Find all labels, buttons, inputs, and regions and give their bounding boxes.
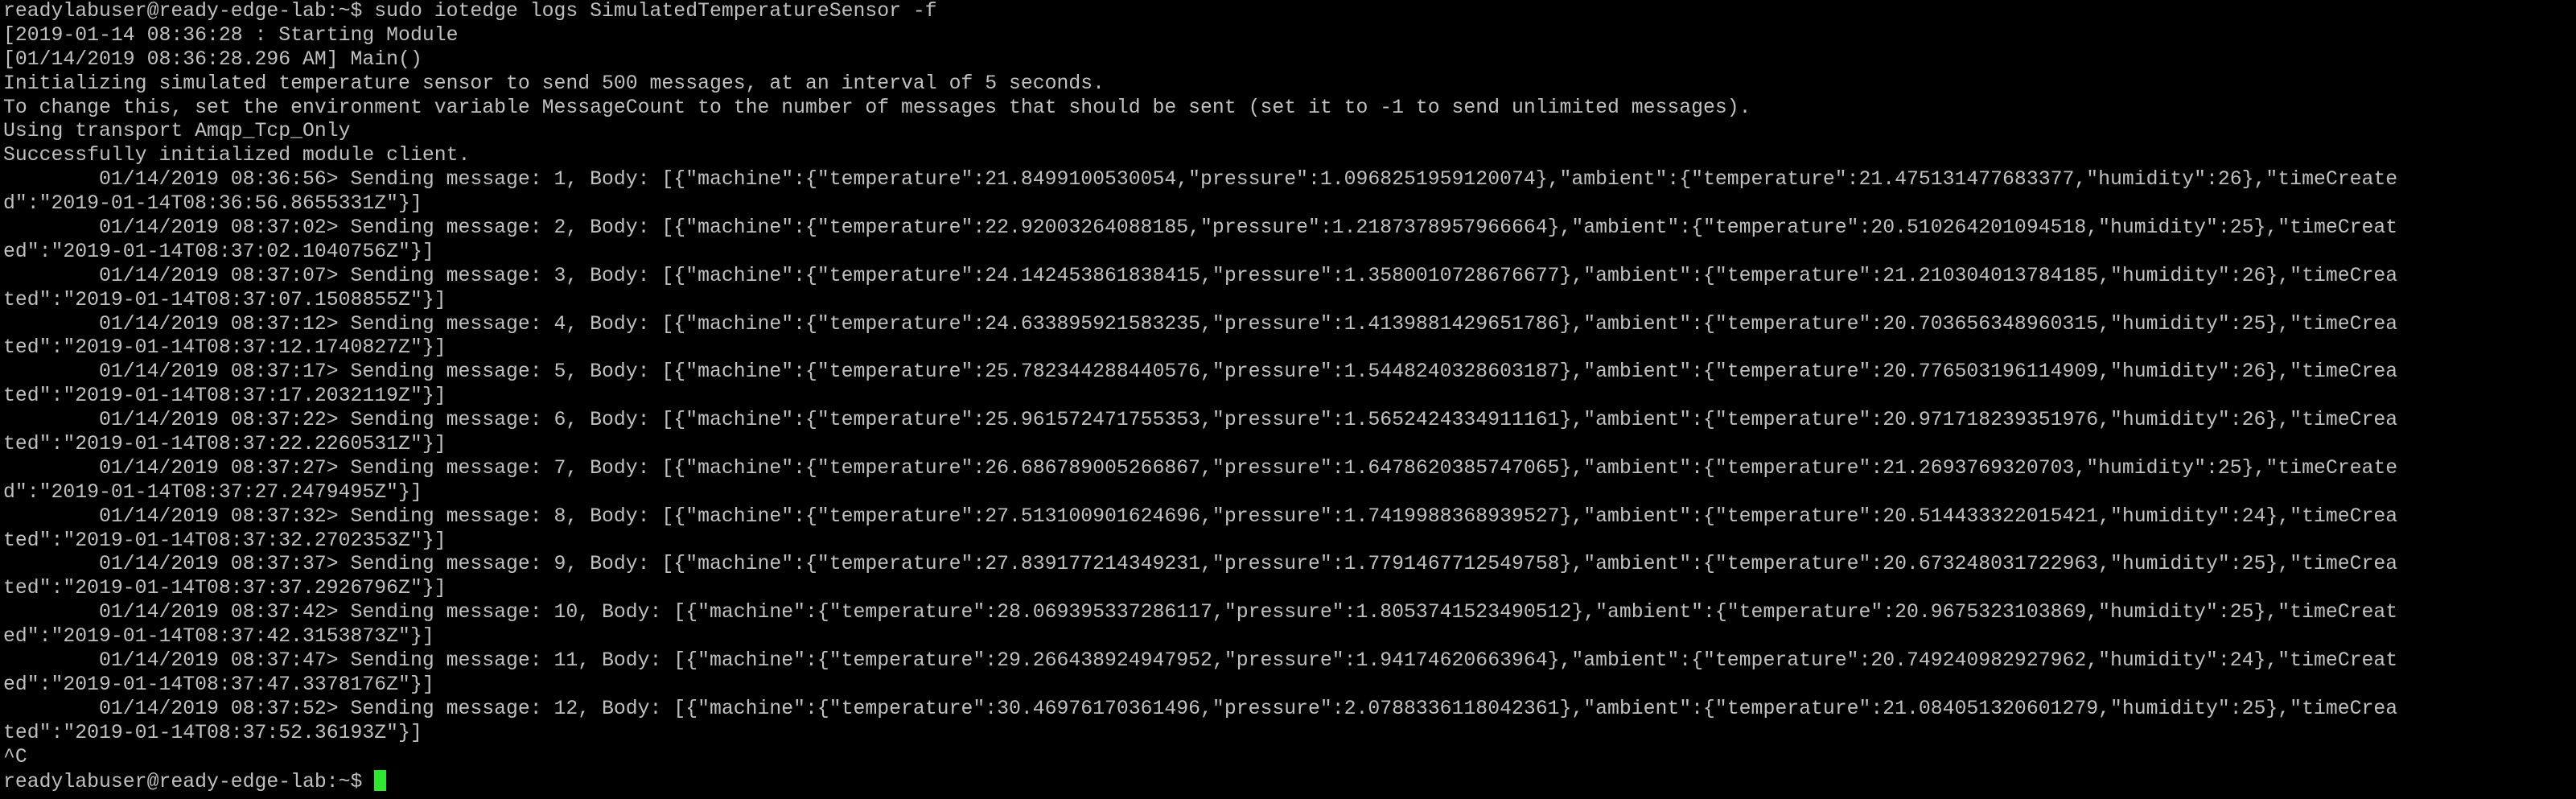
output-line: ed":"2019-01-14T08:37:47.3378176Z"}] <box>3 673 434 696</box>
output-line: ted":"2019-01-14T08:37:52.36193Z"}] <box>3 721 422 744</box>
output-line: Successfully initialized module client. <box>3 144 471 167</box>
output-line: 01/14/2019 08:37:27> Sending message: 7,… <box>3 456 2398 480</box>
output-line: ted":"2019-01-14T08:37:17.2032119Z"}] <box>3 385 446 408</box>
output-line: 01/14/2019 08:37:22> Sending message: 6,… <box>3 409 2398 432</box>
output-line: To change this, set the environment vari… <box>3 96 1751 119</box>
command-prompt-line[interactable]: readylabuser@ready-edge-lab:~$ <box>3 769 2576 794</box>
output-line: 01/14/2019 08:37:52> Sending message: 12… <box>3 697 2398 720</box>
output-line: 01/14/2019 08:37:37> Sending message: 9,… <box>3 553 2398 576</box>
output-line: d":"2019-01-14T08:36:56.8655331Z"}] <box>3 192 422 216</box>
output-line: ted":"2019-01-14T08:37:22.2260531Z"}] <box>3 433 446 456</box>
shell-prompt: readylabuser@ready-edge-lab:~$ <box>3 770 375 793</box>
output-line: 01/14/2019 08:36:56> Sending message: 1,… <box>3 168 2398 192</box>
output-line: 01/14/2019 08:37:42> Sending message: 10… <box>3 601 2398 624</box>
output-line: 01/14/2019 08:37:47> Sending message: 11… <box>3 649 2398 673</box>
output-line: Using transport Amqp_Tcp_Only <box>3 120 351 143</box>
output-line: ^C <box>3 745 27 768</box>
output-line: ted":"2019-01-14T08:37:12.1740827Z"}] <box>3 336 446 360</box>
output-line: 01/14/2019 08:37:07> Sending message: 3,… <box>3 264 2398 287</box>
output-line: ed":"2019-01-14T08:37:42.3153873Z"}] <box>3 625 434 649</box>
output-line: [01/14/2019 08:36:28.296 AM] Main() <box>3 47 422 71</box>
output-line: d":"2019-01-14T08:37:27.2479495Z"}] <box>3 480 422 504</box>
output-line: 01/14/2019 08:37:17> Sending message: 5,… <box>3 360 2398 384</box>
output-line: Initializing simulated temperature senso… <box>3 72 1105 95</box>
output-line: ed":"2019-01-14T08:37:02.1040756Z"}] <box>3 240 434 263</box>
output-line: 01/14/2019 08:37:32> Sending message: 8,… <box>3 505 2398 528</box>
output-line: readylabuser@ready-edge-lab:~$ sudo iote… <box>3 0 937 23</box>
output-line: [2019-01-14 08:36:28 : Starting Module <box>3 23 459 47</box>
output-line: ted":"2019-01-14T08:37:07.1508855Z"}] <box>3 288 446 311</box>
output-line: 01/14/2019 08:37:12> Sending message: 4,… <box>3 312 2398 336</box>
output-line: ted":"2019-01-14T08:37:37.2926796Z"}] <box>3 577 446 600</box>
terminal-cursor <box>374 769 387 791</box>
output-line: ted":"2019-01-14T08:37:32.2702353Z"}] <box>3 529 446 552</box>
terminal-window[interactable]: readylabuser@ready-edge-lab:~$ sudo iote… <box>0 0 2576 799</box>
terminal-output: readylabuser@ready-edge-lab:~$ sudo iote… <box>3 0 2576 770</box>
output-line: 01/14/2019 08:37:02> Sending message: 2,… <box>3 216 2398 240</box>
